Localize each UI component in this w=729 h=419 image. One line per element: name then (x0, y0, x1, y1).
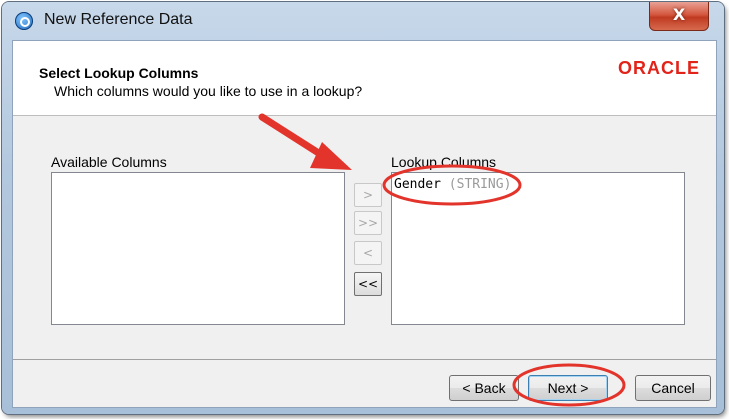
next-button[interactable]: Next > (528, 375, 608, 401)
wizard-header: Select Lookup Columns Which columns woul… (13, 41, 716, 116)
remove-all-button[interactable]: << (354, 272, 382, 296)
footer-divider (13, 359, 716, 360)
column-type: (STRING) (448, 177, 512, 192)
column-name: Gender (394, 177, 441, 192)
page-title: Select Lookup Columns (39, 65, 199, 81)
list-item[interactable]: Gender (STRING) (394, 177, 511, 192)
lookup-columns-label: Lookup Columns (391, 154, 497, 170)
page-subtitle: Which columns would you like to use in a… (54, 83, 363, 99)
dialog-window: New Reference Data X Select Lookup Colum… (2, 2, 724, 414)
add-button[interactable]: > (354, 183, 382, 207)
cancel-button[interactable]: Cancel (635, 375, 711, 401)
lookup-columns-list[interactable]: Gender (STRING) (391, 172, 685, 325)
close-button[interactable]: X (649, 2, 709, 31)
title-bar[interactable]: New Reference Data X (2, 2, 724, 40)
add-all-button[interactable]: >> (354, 211, 382, 235)
available-columns-label: Available Columns (51, 154, 167, 170)
oracle-logo: ORACLE (618, 58, 700, 78)
available-columns-list[interactable] (51, 172, 345, 325)
window-title: New Reference Data (44, 11, 193, 28)
remove-button[interactable]: < (354, 241, 382, 265)
back-button[interactable]: < Back (449, 375, 519, 401)
close-icon: X (672, 5, 686, 24)
app-icon (15, 12, 33, 30)
dialog-body: Select Lookup Columns Which columns woul… (12, 40, 717, 408)
